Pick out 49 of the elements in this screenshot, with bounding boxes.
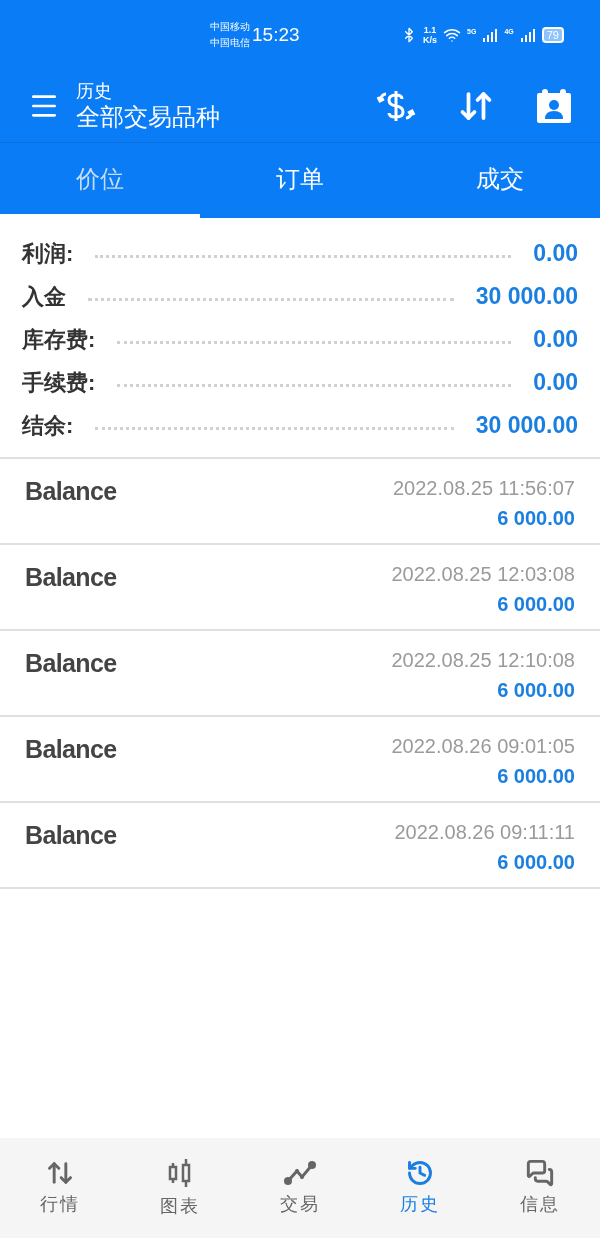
line-chart-icon [283,1158,317,1187]
deal-amount: 6 000.00 [497,850,575,875]
summary-value: 0.00 [533,239,578,269]
tab[interactable]: 订单 [200,143,400,218]
carrier-name: 中国电信 [210,36,250,50]
nav-item[interactable]: 信息 [480,1138,600,1238]
deal-type: Balance [25,562,117,593]
deal-amount: 6 000.00 [497,592,575,617]
signal-icon [482,28,499,42]
battery-indicator: 79 [541,27,564,43]
summary-label: 库存费: [22,326,96,354]
toolbar-title: 全部交易品种 [76,102,220,132]
deal-type: Balance [25,820,117,851]
network-speed: 1.1 [423,25,437,35]
tab[interactable]: 价位 [0,143,200,218]
deal-time: 2022.08.25 12:10:08 [391,648,575,673]
summary-label: 手续费: [22,369,96,397]
wifi-icon [443,26,462,44]
speed-unit: K/s [423,35,438,45]
deal-type: Balance [25,476,117,507]
signal-icon [519,28,536,42]
summary-value: 30 000.00 [475,411,578,441]
nav-item[interactable]: 历史 [360,1138,480,1238]
summary-label: 入金 [22,283,66,311]
summary-value: 0.00 [533,325,578,355]
summary-label: 利润: [22,240,74,268]
history-icon [406,1158,434,1187]
carrier-name: 中国移动 [210,20,250,34]
nav-item[interactable]: 交易 [240,1138,360,1238]
nav-item[interactable]: 行情 [0,1138,120,1238]
deal-time: 2022.08.25 12:03:08 [391,562,575,587]
summary-value: 0.00 [533,368,578,398]
deal-amount: 6 000.00 [497,678,575,703]
deal-time: 2022.08.26 09:01:05 [391,734,575,759]
currency-exchange-icon[interactable] [376,88,416,124]
clock: 15:23 [252,22,300,47]
deal-amount: 6 000.00 [497,764,575,789]
deal-type: Balance [25,648,117,679]
deal-amount: 6 000.00 [497,506,575,531]
summary-value: 30 000.00 [475,282,578,312]
summary-label: 结余: [22,412,74,440]
tab[interactable]: 成交 [400,143,600,218]
contact-card-icon[interactable] [536,88,572,124]
nav-item[interactable]: 图表 [120,1138,240,1238]
deal-type: Balance [25,734,117,765]
deal-time: 2022.08.25 11:56:07 [392,476,575,501]
toolbar-subtitle: 历史 [76,80,113,102]
chat-bubbles-icon [526,1158,554,1187]
deal-time: 2022.08.26 09:11:11 [394,820,575,845]
